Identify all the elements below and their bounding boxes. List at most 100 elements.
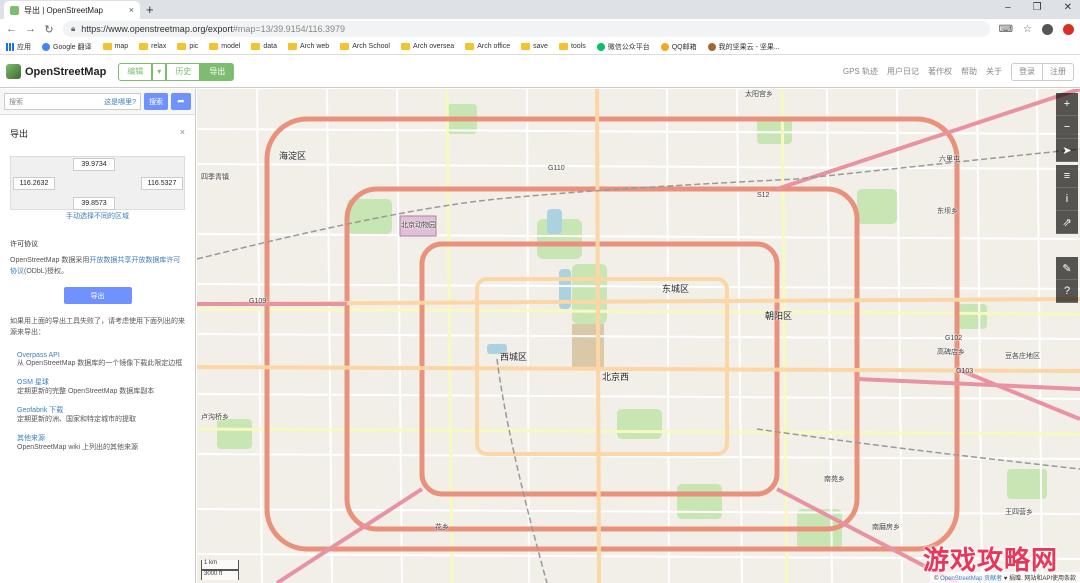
new-tab-button[interactable]: + — [146, 2, 154, 17]
nav-copyright[interactable]: 著作权 — [928, 66, 952, 77]
share-icon[interactable]: ⇗ — [1056, 211, 1078, 234]
edit-history-export-group: 编辑 ▾ 历史 导出 — [118, 62, 235, 81]
list-item: Geofabrik 下载 定期更新的洲、国家和特定城市的提取 — [17, 405, 185, 425]
road-label: S12 — [757, 192, 770, 199]
bookmark-qqmail[interactable]: QQ邮箱 — [660, 42, 697, 52]
export-tab-button[interactable]: 导出 — [200, 62, 235, 81]
map-label: 北京西 — [602, 372, 630, 382]
bookmark-folder[interactable]: data — [251, 43, 277, 50]
url-field[interactable]: 🔒︎ https://www.openstreetmap.org/export#… — [63, 21, 990, 37]
close-icon[interactable]: × — [180, 127, 185, 140]
bookmark-folder[interactable]: model — [209, 43, 240, 50]
folder-icon — [177, 43, 187, 50]
nav-gps-traces[interactable]: GPS 轨迹 — [843, 66, 878, 77]
map-canvas[interactable]: 海淀区 西城区 东城区 朝阳区 北京西 四季青镇 北京动物园 太阳宫乡 东坝乡 … — [197, 89, 1080, 583]
scale-bar: 1 km 3000 ft — [201, 560, 239, 580]
history-button[interactable]: 历史 — [166, 62, 201, 81]
directions-icon[interactable]: ➦ — [171, 93, 191, 110]
layers-icon[interactable]: ≡ — [1056, 165, 1078, 188]
login-button[interactable]: 登录 — [1011, 62, 1043, 81]
info-icon[interactable]: i — [1056, 188, 1078, 211]
overpass-link[interactable]: Overpass API — [17, 352, 185, 359]
bookmark-google-translate[interactable]: Google 翻译 — [42, 42, 92, 52]
bookmark-wechat[interactable]: 微信公众平台 — [596, 42, 650, 52]
export-button[interactable]: 导出 — [63, 287, 132, 304]
bookmark-folder[interactable]: Arch oversea — [400, 43, 454, 50]
zoom-out-button[interactable]: − — [1056, 116, 1078, 139]
bookmark-folder[interactable]: tools — [558, 43, 586, 50]
google-translate-icon — [42, 42, 50, 51]
bookmark-apps[interactable]: 应用 — [6, 42, 31, 52]
where-am-i-link[interactable]: 这是哪里? — [104, 97, 136, 107]
search-input[interactable]: 搜索 这是哪里? — [4, 93, 141, 110]
query-features-icon[interactable]: ? — [1056, 280, 1078, 303]
other-sources-link[interactable]: 其他来源 — [17, 433, 185, 443]
geofabrik-link[interactable]: Geofabrik 下载 — [17, 405, 185, 415]
road-label: G109 — [249, 298, 267, 305]
bookmark-folder[interactable]: map — [102, 43, 128, 50]
folder-icon — [139, 43, 149, 50]
close-window-button[interactable]: ✕ — [1064, 2, 1072, 13]
bookmark-folder[interactable]: Arch School — [340, 43, 390, 50]
extension-icon[interactable] — [1063, 23, 1074, 35]
map-label: 海淀区 — [279, 151, 307, 161]
map-label: 花乡 — [435, 524, 449, 531]
edit-button[interactable]: 编辑 — [118, 62, 153, 81]
bookmark-jianguoyun[interactable]: 我的坚果云 - 坚果... — [707, 42, 780, 52]
forward-icon[interactable]: → — [25, 23, 36, 35]
road-label: G103 — [956, 368, 974, 375]
search-button[interactable]: 搜索 — [144, 93, 168, 110]
nav-user-diaries[interactable]: 用户日记 — [887, 66, 919, 77]
east-input[interactable]: 116.5327 — [141, 177, 183, 190]
bookmark-folder[interactable]: Arch office — [465, 43, 510, 50]
browser-tab[interactable]: 导出 | OpenStreetMap × — [4, 1, 140, 19]
west-input[interactable]: 116.2632 — [13, 177, 55, 190]
map-label: 四季青镇 — [201, 174, 229, 181]
maximize-button[interactable]: ❐ — [1033, 2, 1042, 13]
bookmark-star-icon[interactable]: ☆ — [1023, 24, 1032, 35]
license-text: OpenStreetMap 数据采用开放数据共享开放数据库许可协议(ODbL)授… — [10, 257, 181, 275]
scale-ft: 3000 ft — [201, 570, 239, 580]
map-label: 南苑乡 — [824, 476, 845, 483]
locate-icon[interactable]: ➤ — [1056, 139, 1078, 162]
osm-logo-icon — [6, 64, 21, 79]
reload-icon[interactable]: ↻ — [44, 23, 54, 36]
planet-osm-link[interactable]: OSM 星球 — [17, 377, 185, 387]
bookmark-folder[interactable]: Arch web — [288, 43, 329, 50]
tab-title: 导出 | OpenStreetMap — [24, 5, 103, 15]
folder-icon — [465, 43, 475, 50]
folder-icon — [209, 43, 219, 50]
zoom-in-button[interactable]: + — [1056, 93, 1078, 116]
south-input[interactable]: 39.8573 — [73, 197, 115, 210]
back-icon[interactable]: ← — [6, 23, 17, 35]
road-label: G102 — [945, 335, 963, 342]
profile-avatar[interactable] — [1042, 23, 1053, 35]
translate-icon[interactable]: ⌨ — [999, 24, 1013, 35]
edit-dropdown-icon[interactable]: ▾ — [152, 62, 167, 81]
nav-about[interactable]: 关于 — [986, 66, 1002, 77]
signup-button[interactable]: 注册 — [1043, 62, 1074, 81]
map-label: 东城区 — [662, 284, 690, 294]
north-input[interactable]: 39.9734 — [73, 158, 115, 171]
manual-select-link[interactable]: 手动选择不同的区域 — [10, 211, 185, 221]
osm-favicon-icon — [10, 5, 19, 15]
map-label: 豆各庄地区 — [1005, 353, 1040, 360]
nav-help[interactable]: 帮助 — [961, 66, 977, 77]
folder-icon — [102, 43, 112, 50]
apps-grid-icon — [6, 42, 14, 51]
add-note-icon[interactable]: ✎ — [1056, 257, 1078, 280]
note-controls: ✎ ? — [1056, 257, 1078, 303]
bookmark-folder[interactable]: relax — [139, 43, 166, 50]
list-item: OSM 星球 定期更新的完整 OpenStreetMap 数据库副本 — [17, 377, 185, 397]
folder-icon — [521, 43, 531, 50]
share-controls: ⇗ — [1056, 211, 1078, 234]
bookmark-folder[interactable]: pic — [177, 43, 198, 50]
road-label: G110 — [548, 165, 565, 172]
wechat-icon — [596, 42, 605, 51]
minimize-button[interactable]: – — [1005, 2, 1011, 13]
tab-close-icon[interactable]: × — [129, 5, 134, 15]
bookmark-folder[interactable]: save — [521, 43, 548, 50]
address-bar-row: ← → ↻ 🔒︎ https://www.openstreetmap.org/e… — [0, 19, 1080, 39]
osm-logo[interactable]: OpenStreetMap — [6, 64, 106, 79]
map-label: 西城区 — [500, 352, 528, 362]
